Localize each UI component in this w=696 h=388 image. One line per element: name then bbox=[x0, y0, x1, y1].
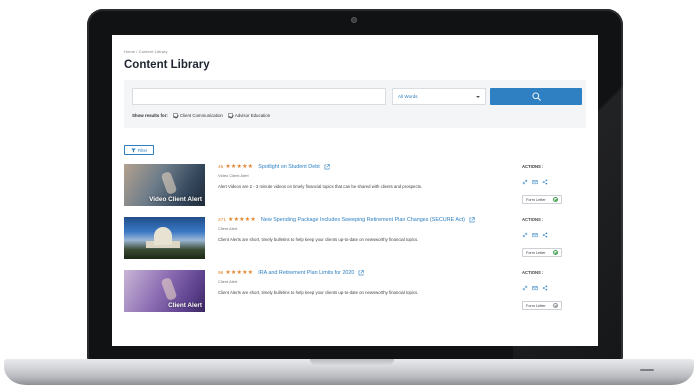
form-letter-label: Form Letter bbox=[526, 250, 546, 255]
action-icons bbox=[522, 278, 562, 296]
checkbox-advisor-education[interactable] bbox=[227, 113, 233, 118]
external-link-icon[interactable] bbox=[324, 164, 330, 170]
laptop-lid: Home / Content Library Content Library A… bbox=[87, 9, 623, 361]
share-icon[interactable] bbox=[542, 225, 548, 243]
laptop-led bbox=[640, 369, 654, 371]
form-letter-label: Form Letter bbox=[526, 303, 546, 308]
screen: Home / Content Library Content Library A… bbox=[112, 35, 598, 346]
list-item: Video Client Alert 46 ★★★★★ Spotlight on… bbox=[124, 164, 586, 216]
search-icon bbox=[531, 92, 541, 101]
form-letter-button[interactable]: Form Letter bbox=[522, 195, 562, 204]
form-letter-button[interactable]: Form Letter bbox=[522, 301, 562, 310]
laptop-notch bbox=[310, 359, 394, 365]
thumbnail-hand-image bbox=[160, 170, 178, 196]
capitol-dome-image bbox=[154, 227, 172, 245]
action-icons bbox=[522, 172, 562, 190]
camera-icon bbox=[351, 17, 357, 23]
rating-row: 271 ★★★★★ New Spending Package Includes … bbox=[218, 217, 508, 223]
breadcrumb[interactable]: Home / Content Library bbox=[124, 49, 586, 54]
filter-client-communication[interactable]: Client Communication bbox=[172, 113, 223, 118]
thumbnail-caption: Video Client Alert bbox=[149, 196, 202, 203]
checkbox-label: Client Communication bbox=[179, 113, 223, 118]
result-thumbnail[interactable]: Client Alert bbox=[124, 270, 205, 312]
page-content: Home / Content Library Content Library A… bbox=[112, 35, 598, 322]
results-list: Video Client Alert 46 ★★★★★ Spotlight on… bbox=[124, 164, 586, 322]
result-title-link[interactable]: Spotlight on Student Debt bbox=[258, 164, 319, 170]
link-icon[interactable] bbox=[522, 225, 528, 243]
action-icons bbox=[522, 225, 562, 243]
form-letter-label: Form Letter bbox=[526, 197, 546, 202]
share-icon[interactable] bbox=[542, 172, 548, 190]
actions-label: ACTIONS : bbox=[522, 164, 544, 169]
chevron-down-icon bbox=[476, 95, 480, 98]
form-letter-button[interactable]: Form Letter bbox=[522, 248, 562, 257]
result-type: Video Client Alert bbox=[218, 173, 249, 178]
filter-advisor-education[interactable]: Advisor Education bbox=[227, 113, 271, 118]
result-actions: ACTIONS : Form Letter bbox=[522, 164, 562, 204]
actions-label: ACTIONS : bbox=[522, 217, 544, 222]
list-item: Client Alert 96 ★★★★★ IRA and Retirement… bbox=[124, 270, 586, 322]
result-type: Client Alert bbox=[218, 226, 238, 231]
show-results-for: Show results for: Client Communication A… bbox=[132, 113, 270, 118]
result-info: 46 ★★★★★ Spotlight on Student Debt Video… bbox=[218, 164, 508, 189]
search-input[interactable] bbox=[132, 88, 386, 105]
thumbnail-caption: Client Alert bbox=[168, 302, 202, 309]
checkbox-label: Advisor Education bbox=[234, 113, 271, 118]
checkbox-client-communication[interactable] bbox=[172, 113, 178, 118]
result-type: Client Alert bbox=[218, 279, 238, 284]
search-scope-value: All Words bbox=[398, 94, 418, 99]
check-circle-icon bbox=[553, 250, 558, 255]
search-scope-select[interactable]: All Words bbox=[392, 88, 486, 105]
star-rating-icon: ★★★★★ bbox=[228, 217, 256, 223]
result-thumbnail[interactable]: Video Client Alert bbox=[124, 164, 205, 206]
check-circle-icon bbox=[553, 197, 558, 202]
search-panel: All Words Show results for: Client Commu… bbox=[124, 80, 586, 128]
link-icon[interactable] bbox=[522, 278, 528, 296]
result-info: 271 ★★★★★ New Spending Package Includes … bbox=[218, 217, 508, 242]
search-button[interactable] bbox=[490, 88, 582, 105]
rating-row: 46 ★★★★★ Spotlight on Student Debt bbox=[218, 164, 508, 170]
result-title-link[interactable]: IRA and Retirement Plan Limits for 2020 bbox=[258, 270, 354, 276]
star-rating-icon: ★★★★★ bbox=[225, 270, 254, 276]
laptop-base bbox=[4, 359, 694, 385]
email-icon[interactable] bbox=[532, 278, 538, 296]
actions-label: ACTIONS : bbox=[522, 270, 544, 275]
list-item: 271 ★★★★★ New Spending Package Includes … bbox=[124, 217, 586, 269]
check-circle-icon bbox=[553, 303, 558, 308]
result-description: Client Alerts are short, timely bulletin… bbox=[218, 290, 419, 295]
filter-button[interactable]: Filter bbox=[124, 145, 154, 155]
email-icon[interactable] bbox=[532, 225, 538, 243]
external-link-icon[interactable] bbox=[358, 270, 365, 276]
share-icon[interactable] bbox=[542, 278, 548, 296]
thumbnail-hand-image bbox=[160, 276, 178, 302]
funnel-icon bbox=[130, 148, 136, 152]
page-title: Content Library bbox=[124, 59, 210, 71]
external-link-icon[interactable] bbox=[469, 217, 475, 223]
link-icon[interactable] bbox=[522, 172, 528, 190]
star-rating-icon: ★★★★★ bbox=[225, 164, 254, 170]
result-description: Client Alerts are short, timely bulletin… bbox=[218, 237, 419, 242]
rating-row: 96 ★★★★★ IRA and Retirement Plan Limits … bbox=[218, 270, 508, 276]
result-thumbnail[interactable] bbox=[124, 217, 205, 259]
email-icon[interactable] bbox=[532, 172, 538, 190]
rating-count: 271 bbox=[218, 217, 227, 223]
rating-count: 46 bbox=[218, 164, 224, 170]
filter-label: Filter bbox=[137, 147, 148, 153]
result-actions: ACTIONS : Form Letter bbox=[522, 270, 562, 310]
rating-count: 96 bbox=[218, 270, 224, 276]
result-actions: ACTIONS : Form Letter bbox=[522, 217, 562, 257]
result-description: Alert Videos are 2 - 3 minute videos on … bbox=[218, 184, 423, 189]
result-title-link[interactable]: New Spending Package Includes Sweeping R… bbox=[261, 217, 465, 223]
result-info: 96 ★★★★★ IRA and Retirement Plan Limits … bbox=[218, 270, 508, 295]
show-results-label: Show results for: bbox=[132, 113, 168, 118]
